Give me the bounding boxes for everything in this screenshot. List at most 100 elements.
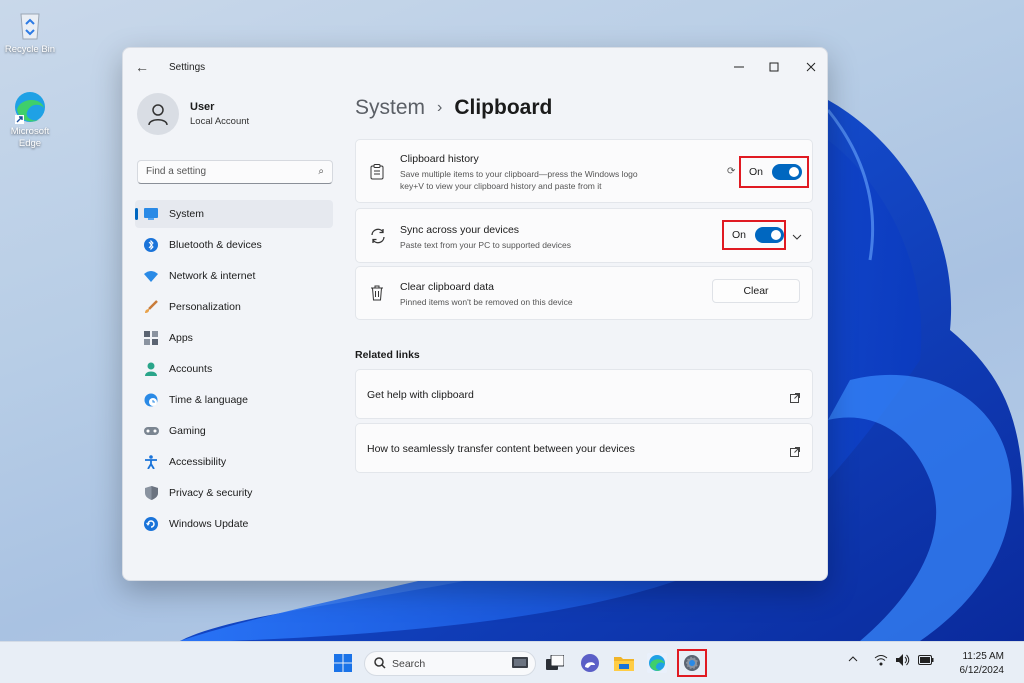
volume-icon[interactable] [896,654,910,669]
sync-toggle[interactable] [755,227,784,243]
window-title: Settings [169,62,206,73]
sidebar-item-accessibility[interactable]: Accessibility [135,448,333,476]
sidebar-item-privacy[interactable]: Privacy & security [135,479,333,507]
desktop-icon-edge[interactable]: Microsoft Edge [0,90,60,150]
sidebar-item-label: Personalization [169,301,241,313]
update-icon [143,516,159,532]
sidebar-item-label: Bluetooth & devices [169,239,262,251]
sidebar-item-gaming[interactable]: Gaming [135,417,333,445]
related-link-help[interactable]: Get help with clipboard [355,369,813,419]
task-view-icon[interactable] [543,651,567,675]
setting-title: Clipboard history [400,153,479,165]
sync-devices-card[interactable]: Sync across your devices Paste text from… [355,208,813,263]
sidebar-item-time-language[interactable]: Time & language [135,386,333,414]
settings-taskbar-button[interactable] [677,649,707,677]
user-profile[interactable]: User Local Account [137,93,249,135]
related-links-heading: Related links [355,349,420,361]
controller-icon [143,423,159,439]
maximize-button[interactable] [761,56,787,78]
sidebar-item-label: System [169,208,205,220]
taskbar-search-label: Search [392,658,426,670]
external-link-icon [790,444,800,457]
taskbar: Search 11:25 AM 6/12/2024 [0,641,1024,683]
sidebar-item-system[interactable]: System [135,200,333,228]
minimize-button[interactable] [726,56,752,78]
minimize-icon [734,66,744,68]
link-label: Get help with clipboard [367,389,474,401]
clear-button[interactable]: Clear [712,279,800,303]
search-icon [374,657,386,672]
back-arrow-icon[interactable]: ← [135,59,149,75]
person-icon [143,361,159,377]
recycle-bin-icon [13,8,47,42]
chevron-down-icon[interactable] [792,228,802,246]
settings-window: ← Settings User Local Account Find a set… [122,47,828,581]
clock[interactable]: 11:25 AM 6/12/2024 [960,650,1005,678]
close-button[interactable] [798,56,824,78]
sidebar-item-label: Privacy & security [169,487,253,499]
clipboard-history-card: Clipboard history Save multiple items to… [355,139,813,203]
setting-title: Clear clipboard data [400,281,494,293]
sidebar-item-apps[interactable]: Apps [135,324,333,352]
title-bar: ← Settings [123,48,827,86]
setting-description: Save multiple items to your clipboard—pr… [400,169,638,179]
edge-icon [13,90,47,124]
toggle-state-label: On [749,166,764,178]
sidebar-item-bluetooth[interactable]: Bluetooth & devices [135,231,333,259]
desktop-icon-recycle-bin[interactable]: Recycle Bin [0,8,60,56]
edge-icon[interactable] [645,651,669,675]
sidebar-item-label: Accounts [169,363,213,375]
wifi-icon [143,268,159,284]
sidebar-item-label: Time & language [169,394,248,406]
sidebar-nav: System Bluetooth & devices Network & int… [135,200,333,541]
user-name: User [190,101,215,113]
clipboard-history-toggle[interactable] [772,164,803,180]
external-link-icon [790,390,800,403]
setting-description: Paste text from your PC to supported dev… [400,240,572,250]
search-placeholder: Find a setting [146,166,207,177]
chevron-up-icon[interactable] [848,655,858,666]
sidebar-item-personalization[interactable]: Personalization [135,293,333,321]
chat-icon[interactable] [578,651,602,675]
system-icon [143,206,159,222]
sync-status-icon: ⟳ [727,166,736,177]
setting-title: Sync across your devices [400,224,520,236]
sidebar-item-network[interactable]: Network & internet [135,262,333,290]
related-link-transfer[interactable]: How to seamlessly transfer content betwe… [355,423,813,473]
taskbar-search[interactable]: Search [364,651,536,676]
breadcrumb-parent[interactable]: System [355,96,425,120]
sync-toggle-highlight: On [722,220,786,250]
apps-icon [143,330,159,346]
account-type: Local Account [190,116,250,127]
clipboard-icon [370,164,386,180]
person-icon [148,104,168,126]
page-title: Clipboard [454,96,553,119]
windows-start-icon[interactable] [331,651,355,675]
file-explorer-icon[interactable] [612,651,636,675]
search-icon: ⌕ [318,166,324,177]
search-input[interactable]: Find a setting ⌕ [137,160,333,184]
trash-icon [370,285,386,301]
globe-clock-icon [143,392,159,408]
sidebar-item-accounts[interactable]: Accounts [135,355,333,383]
sidebar-item-windows-update[interactable]: Windows Update [135,510,333,538]
link-label: How to seamlessly transfer content betwe… [367,443,635,455]
brush-icon [143,299,159,315]
breadcrumb: System › Clipboard [355,96,552,120]
setting-description: Pinned items won't be removed on this de… [400,297,573,307]
desktop-icon-label: Microsoft Edge [10,126,50,149]
battery-icon[interactable] [918,655,934,668]
sidebar-item-label: Apps [169,332,193,344]
widget-icon [511,655,529,674]
wifi-icon[interactable] [874,654,888,669]
shield-icon [143,485,159,501]
toggle-state-label: On [732,229,747,241]
sync-icon [370,228,386,244]
sidebar-item-label: Windows Update [169,518,249,530]
bluetooth-icon [143,237,159,253]
maximize-icon [769,62,779,72]
clear-clipboard-card: Clear clipboard data Pinned items won't … [355,266,813,320]
date: 6/12/2024 [959,665,1005,676]
time: 11:25 AM [962,651,1004,662]
accessibility-icon [143,454,159,470]
